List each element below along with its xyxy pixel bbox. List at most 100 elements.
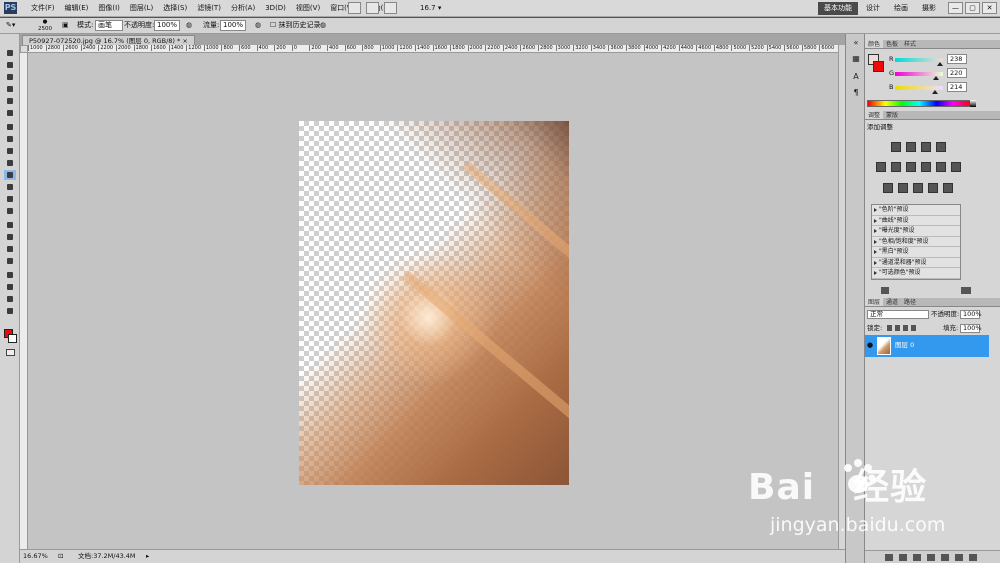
preset-levels[interactable]: "色阶"预设 bbox=[872, 205, 960, 216]
color-slider-b[interactable]: B 214 bbox=[889, 82, 999, 94]
workspace-design[interactable]: 设计 bbox=[860, 2, 886, 15]
opacity-field[interactable]: 100% bbox=[154, 20, 180, 31]
preset-channel-mixer[interactable]: "通道混和器"预设 bbox=[872, 258, 960, 268]
eraser-tool-icon[interactable]: ✎▾ bbox=[6, 18, 15, 33]
hue-saturation-icon[interactable] bbox=[891, 162, 901, 172]
menu-filter[interactable]: 滤镜(T) bbox=[192, 0, 226, 17]
character-panel-icon[interactable]: A bbox=[850, 72, 862, 81]
view-extras-icon[interactable] bbox=[384, 2, 397, 14]
tab-styles[interactable]: 样式 bbox=[901, 40, 919, 48]
layer-row[interactable]: ● 图层 0 bbox=[865, 335, 989, 357]
dodge-tool-icon[interactable] bbox=[4, 206, 16, 216]
add-mask-icon[interactable] bbox=[913, 554, 921, 561]
adjust-footer-icon[interactable] bbox=[881, 287, 889, 294]
fill-field[interactable]: 100% bbox=[960, 324, 982, 333]
preset-black-white[interactable]: "黑白"预设 bbox=[872, 247, 960, 258]
slider-r-knob[interactable] bbox=[936, 62, 943, 66]
horizontal-ruler[interactable]: 1000 2800 2600 2400 2200 2000 1800 1600 1400 1200… bbox=[28, 45, 838, 53]
tab-color[interactable]: 颜色 bbox=[865, 40, 884, 48]
adjust-footer-icon[interactable] bbox=[961, 287, 971, 294]
mode-select[interactable]: 画笔 bbox=[95, 20, 123, 31]
color-balance-icon[interactable] bbox=[906, 162, 916, 172]
layer-name[interactable]: 图层 0 bbox=[895, 341, 914, 350]
mini-bridge-icon[interactable] bbox=[366, 2, 379, 14]
eraser-tool-icon[interactable] bbox=[4, 170, 16, 180]
channel-mixer-icon[interactable] bbox=[951, 162, 961, 172]
black-white-icon[interactable] bbox=[921, 162, 931, 172]
history-panel-icon[interactable]: ▦ bbox=[850, 54, 862, 63]
vertical-ruler[interactable] bbox=[20, 53, 28, 549]
layer-style-icon[interactable] bbox=[899, 554, 907, 561]
zoom-level-select[interactable]: 16.7 ▾ bbox=[420, 0, 441, 17]
move-tool-icon[interactable] bbox=[4, 48, 16, 58]
tab-swatches[interactable]: 色板 bbox=[883, 40, 901, 48]
quick-mask-icon[interactable] bbox=[6, 349, 15, 356]
document-tab[interactable]: P50927-072520.jpg @ 16.7% (图层 0, RGB/8) … bbox=[22, 35, 195, 45]
gradient-map-icon[interactable] bbox=[928, 183, 938, 193]
tab-layers[interactable]: 图层 bbox=[865, 298, 884, 306]
adjustment-layer-icon[interactable] bbox=[927, 554, 935, 561]
ruler-origin[interactable] bbox=[20, 45, 28, 53]
history-brush-tool-icon[interactable] bbox=[4, 158, 16, 168]
color-panel-background-swatch[interactable] bbox=[873, 61, 884, 72]
blur-tool-icon[interactable] bbox=[4, 194, 16, 204]
panel-collapse-icon[interactable]: « bbox=[850, 38, 862, 47]
preset-exposure[interactable]: "曝光度"预设 bbox=[872, 226, 960, 237]
preset-curves[interactable]: "曲线"预设 bbox=[872, 216, 960, 226]
maximize-button[interactable]: ▢ bbox=[965, 2, 980, 14]
menu-3d[interactable]: 3D(D) bbox=[260, 0, 291, 17]
selective-color-icon[interactable] bbox=[943, 183, 953, 193]
brightness-contrast-icon[interactable] bbox=[891, 142, 901, 152]
slider-b-value[interactable]: 214 bbox=[947, 82, 967, 92]
slider-g-knob[interactable] bbox=[933, 76, 940, 80]
tab-channels[interactable]: 通道 bbox=[883, 298, 901, 306]
close-button[interactable]: ✕ bbox=[982, 2, 997, 14]
brush-panel-toggle-icon[interactable]: ▣ bbox=[62, 18, 69, 33]
delete-layer-icon[interactable] bbox=[969, 554, 977, 561]
quick-select-tool-icon[interactable] bbox=[4, 84, 16, 94]
healing-brush-tool-icon[interactable] bbox=[4, 122, 16, 132]
lasso-tool-icon[interactable] bbox=[4, 72, 16, 82]
slider-b-knob[interactable] bbox=[932, 90, 939, 94]
menu-edit[interactable]: 编辑(E) bbox=[60, 0, 94, 17]
threshold-icon[interactable] bbox=[913, 183, 923, 193]
curves-icon[interactable] bbox=[921, 142, 931, 152]
clone-stamp-tool-icon[interactable] bbox=[4, 146, 16, 156]
document-image[interactable] bbox=[299, 121, 569, 485]
menu-layer[interactable]: 图层(L) bbox=[125, 0, 158, 17]
background-color-swatch[interactable] bbox=[8, 334, 17, 343]
new-group-icon[interactable] bbox=[941, 554, 949, 561]
menu-select[interactable]: 选择(S) bbox=[158, 0, 192, 17]
new-layer-icon[interactable] bbox=[955, 554, 963, 561]
canvas-area[interactable] bbox=[28, 53, 838, 549]
menu-image[interactable]: 图像(I) bbox=[93, 0, 125, 17]
paragraph-panel-icon[interactable]: ¶ bbox=[850, 88, 862, 97]
photo-filter-icon[interactable] bbox=[936, 162, 946, 172]
hand-tool-icon[interactable] bbox=[4, 294, 16, 304]
path-selection-tool-icon[interactable] bbox=[4, 244, 16, 254]
color-slider-r[interactable]: R 238 bbox=[889, 54, 999, 66]
posterize-icon[interactable] bbox=[898, 183, 908, 193]
3d-orbit-tool-icon[interactable] bbox=[4, 282, 16, 292]
crop-tool-icon[interactable] bbox=[4, 96, 16, 106]
eyedropper-tool-icon[interactable] bbox=[4, 108, 16, 118]
shape-tool-icon[interactable] bbox=[4, 256, 16, 266]
brush-tool-icon[interactable] bbox=[4, 134, 16, 144]
preset-selective-color[interactable]: "可选颜色"预设 bbox=[872, 268, 960, 279]
layer-opacity-field[interactable]: 100% bbox=[960, 310, 982, 319]
preset-hue-saturation[interactable]: "色相/饱和度"预设 bbox=[872, 237, 960, 247]
tab-masks[interactable]: 蒙版 bbox=[883, 111, 901, 119]
menu-file[interactable]: 文件(F) bbox=[26, 0, 60, 17]
slider-g-value[interactable]: 220 bbox=[947, 68, 967, 78]
blend-mode-select[interactable]: 正常 bbox=[867, 310, 929, 319]
color-spectrum-bar[interactable] bbox=[867, 100, 976, 107]
status-zoom[interactable]: 16.67% bbox=[23, 552, 48, 561]
bridge-icon[interactable] bbox=[348, 2, 361, 14]
airbrush-icon[interactable]: ◍ bbox=[255, 18, 261, 33]
type-tool-icon[interactable] bbox=[4, 232, 16, 242]
exposure-icon[interactable] bbox=[936, 142, 946, 152]
flow-field[interactable]: 100% bbox=[220, 20, 246, 31]
tab-adjustments[interactable]: 调整 bbox=[865, 111, 884, 119]
slider-r-value[interactable]: 238 bbox=[947, 54, 967, 64]
color-slider-g[interactable]: G 220 bbox=[889, 68, 999, 80]
